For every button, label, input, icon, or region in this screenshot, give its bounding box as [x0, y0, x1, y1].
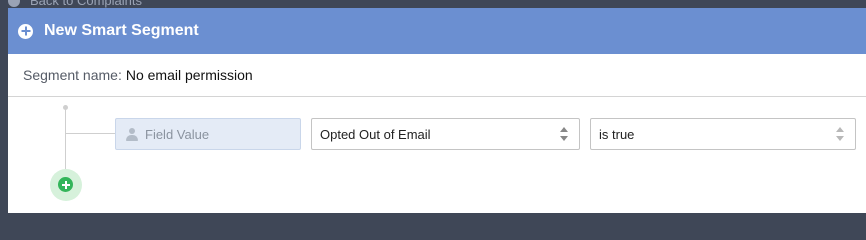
operator-select-value: is true: [599, 126, 635, 142]
segment-name-label: Segment name:: [23, 67, 122, 83]
operator-select[interactable]: is true: [590, 118, 856, 150]
field-value-label: Field Value: [145, 126, 210, 142]
modal-header: New Smart Segment: [8, 8, 866, 54]
back-arrow-icon: [8, 0, 20, 7]
segment-name-row[interactable]: Segment name: No email permission: [8, 54, 866, 97]
person-icon: [126, 127, 138, 141]
segment-name-value[interactable]: No email permission: [126, 67, 253, 83]
back-link-label: Back to Complaints: [30, 0, 142, 8]
field-select-value: Opted Out of Email: [320, 126, 431, 142]
select-arrows-icon: [836, 127, 845, 141]
modal-title: New Smart Segment: [44, 22, 199, 39]
tree-vertical-line: [65, 107, 66, 169]
field-select[interactable]: Opted Out of Email: [311, 118, 580, 150]
tree-branch-line: [65, 133, 115, 134]
select-arrows-icon: [560, 127, 569, 141]
plus-circle-icon: [58, 177, 73, 192]
add-condition-button[interactable]: [50, 169, 82, 201]
new-smart-segment-modal: New Smart Segment Segment name: No email…: [8, 8, 866, 213]
condition-builder: Field Value Opted Out of Email is true: [8, 97, 866, 212]
plus-circle-icon: [18, 23, 33, 39]
field-value-chip[interactable]: Field Value: [115, 118, 301, 150]
